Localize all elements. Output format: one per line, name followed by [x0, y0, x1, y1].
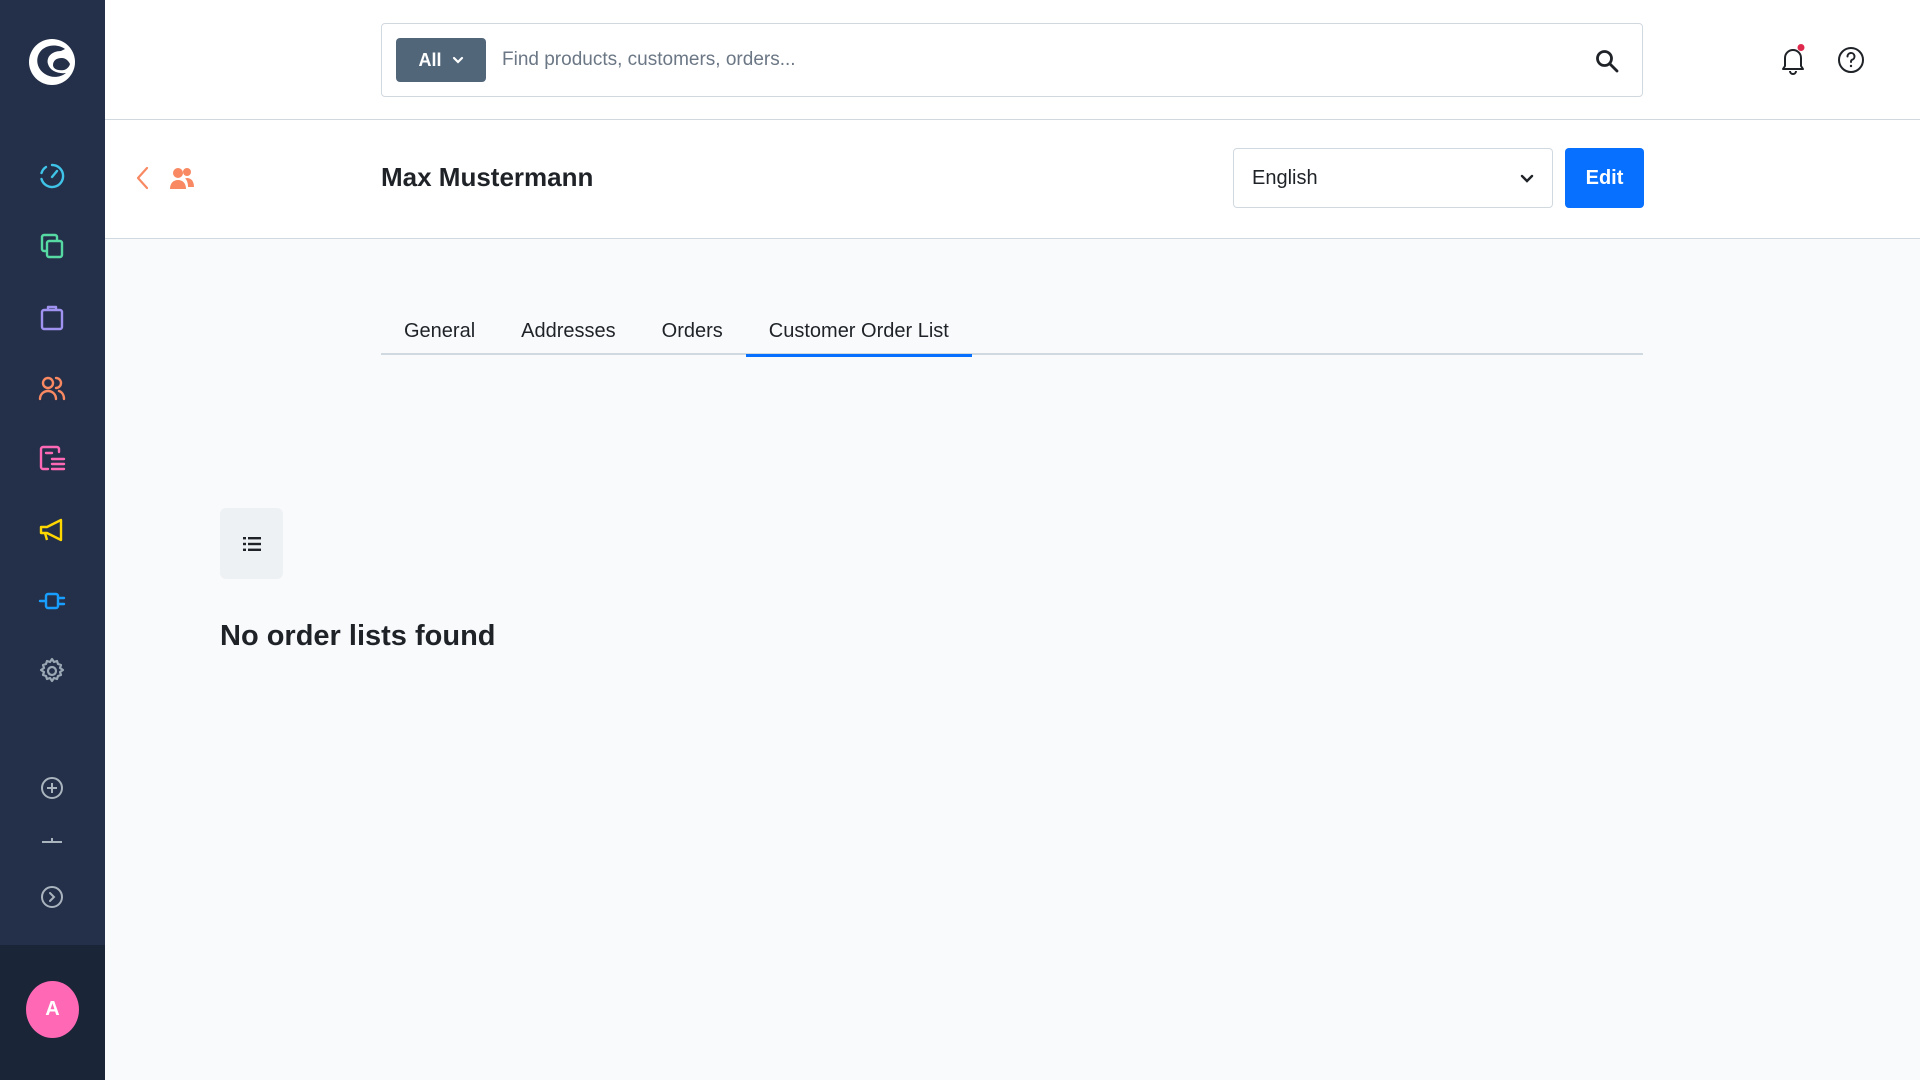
- shopware-logo[interactable]: [28, 36, 76, 88]
- chevron-right-circle-icon: [41, 886, 63, 908]
- edit-button[interactable]: Edit: [1565, 148, 1644, 208]
- gear-icon: [39, 657, 65, 683]
- empty-state-title: No order lists found: [220, 620, 496, 652]
- top-bar: All: [105, 0, 1920, 120]
- sidebar-item-catalogues[interactable]: [37, 231, 67, 261]
- users-icon: [38, 376, 66, 401]
- shopping-bag-icon: [40, 305, 64, 331]
- plug-icon: [38, 592, 66, 610]
- list-icon: [242, 536, 261, 551]
- gauge-icon: [40, 163, 65, 189]
- sidebar-item-content[interactable]: [37, 444, 67, 474]
- sidebar-item-marketing[interactable]: [37, 515, 67, 545]
- empty-state-icon-box: [220, 508, 283, 579]
- plus-circle-icon: [41, 777, 63, 799]
- tab-customer-order-list[interactable]: Customer Order List: [745, 307, 972, 357]
- sidebar-footer: A: [0, 945, 105, 1080]
- page-header: Max Mustermann English Edit: [105, 120, 1920, 239]
- search-type-dropdown[interactable]: All: [396, 38, 486, 82]
- expand-sidebar-button[interactable]: [37, 882, 67, 912]
- minus-icon: [42, 838, 62, 843]
- sidebar-item-customers[interactable]: [37, 373, 67, 403]
- help-icon[interactable]: [1835, 44, 1867, 76]
- collapsed-marker: [37, 833, 67, 847]
- notifications-bell-icon[interactable]: [1777, 44, 1809, 76]
- language-select[interactable]: English: [1233, 148, 1553, 208]
- back-arrow-icon[interactable]: [133, 164, 153, 192]
- sidebar: A: [0, 0, 105, 1080]
- search-type-label: All: [418, 49, 442, 70]
- megaphone-icon: [39, 518, 63, 542]
- language-select-value: English: [1252, 166, 1318, 189]
- chevron-down-icon: [1520, 174, 1534, 183]
- page-title: Max Mustermann: [381, 162, 594, 192]
- tab-addresses[interactable]: Addresses: [498, 307, 639, 355]
- global-search: All: [381, 23, 1643, 97]
- customer-tabs: General Addresses Orders Customer Order …: [381, 307, 1643, 357]
- copy-icon: [40, 233, 64, 259]
- sidebar-item-dashboard[interactable]: [37, 161, 67, 191]
- sidebar-item-extensions[interactable]: [37, 586, 67, 616]
- customers-module-icon: [170, 168, 194, 189]
- chevron-down-icon: [452, 56, 463, 64]
- tab-orders[interactable]: Orders: [639, 307, 746, 355]
- sidebar-item-orders[interactable]: [37, 302, 67, 332]
- content-list-icon: [39, 445, 66, 471]
- sidebar-item-settings[interactable]: [37, 656, 67, 686]
- avatar[interactable]: A: [26, 981, 79, 1038]
- search-input[interactable]: [502, 38, 1562, 82]
- search-icon[interactable]: [1594, 48, 1620, 74]
- tab-general[interactable]: General: [381, 307, 498, 355]
- add-extension-button[interactable]: [37, 773, 67, 803]
